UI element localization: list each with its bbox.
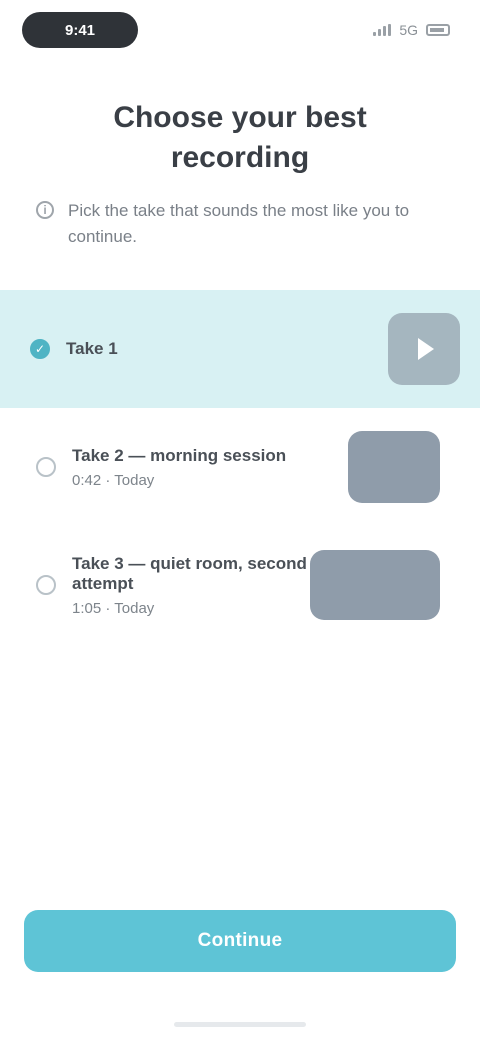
status-icons: 5G: [373, 20, 450, 40]
recording-meta: 1:05 · Today: [72, 599, 155, 617]
radio-icon[interactable]: [36, 457, 56, 477]
recording-title: Take 2 — morning session: [72, 445, 287, 465]
home-indicator: [174, 1022, 306, 1027]
status-time: 9:41: [64, 21, 96, 39]
info-text: Pick the take that sounds the most like …: [68, 201, 410, 246]
recording-item-1[interactable]: ✓ Take 1: [0, 290, 480, 408]
recording-item-3[interactable]: Take 3 — quiet room, second attempt 1:05…: [0, 526, 480, 644]
recording-thumbnail[interactable]: [310, 550, 440, 620]
play-button[interactable]: [388, 313, 460, 385]
recording-list: ✓ Take 1 Take 2 — morning session 0:42 ·…: [0, 290, 480, 644]
network-label: 5G: [399, 22, 418, 38]
info-icon: i: [36, 201, 54, 219]
selected-check-icon[interactable]: ✓: [30, 339, 50, 359]
recording-text: Take 1: [66, 339, 388, 359]
recording-title: Take 1: [66, 339, 118, 358]
page-title: Choose your best recording: [113, 101, 367, 174]
play-icon: [418, 338, 434, 360]
recording-text: Take 3 — quiet room, second attempt 1:05…: [72, 554, 310, 617]
recording-title: Take 3 — quiet room, second attempt: [72, 553, 307, 593]
info-row: i Pick the take that sounds the most lik…: [36, 198, 436, 250]
status-bar: 9:41 5G: [0, 0, 480, 60]
signal-icon: [373, 24, 392, 36]
recording-thumbnail[interactable]: [348, 431, 440, 503]
recording-meta: 0:42 · Today: [72, 471, 155, 489]
recording-item-2[interactable]: Take 2 — morning session 0:42 · Today: [0, 408, 480, 526]
battery-icon: [426, 24, 450, 36]
radio-icon[interactable]: [36, 575, 56, 595]
status-time-pill: 9:41: [22, 12, 138, 48]
recording-text: Take 2 — morning session 0:42 · Today: [72, 446, 348, 489]
continue-button[interactable]: Continue: [24, 910, 456, 972]
